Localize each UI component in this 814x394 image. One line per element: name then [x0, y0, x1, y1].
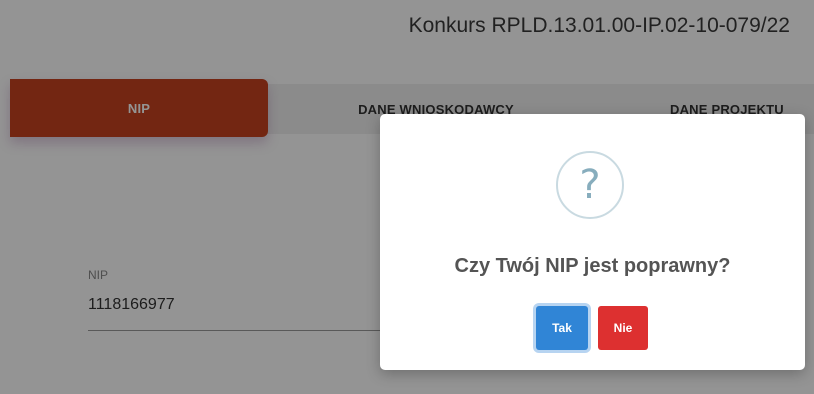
confirm-dialog: ? Czy Twój NIP jest poprawny? Tak Nie [380, 114, 805, 370]
dialog-title: Czy Twój NIP jest poprawny? [454, 255, 731, 277]
confirm-yes-button[interactable]: Tak [536, 306, 588, 350]
confirm-no-button[interactable]: Nie [598, 306, 648, 350]
question-icon: ? [556, 151, 624, 219]
